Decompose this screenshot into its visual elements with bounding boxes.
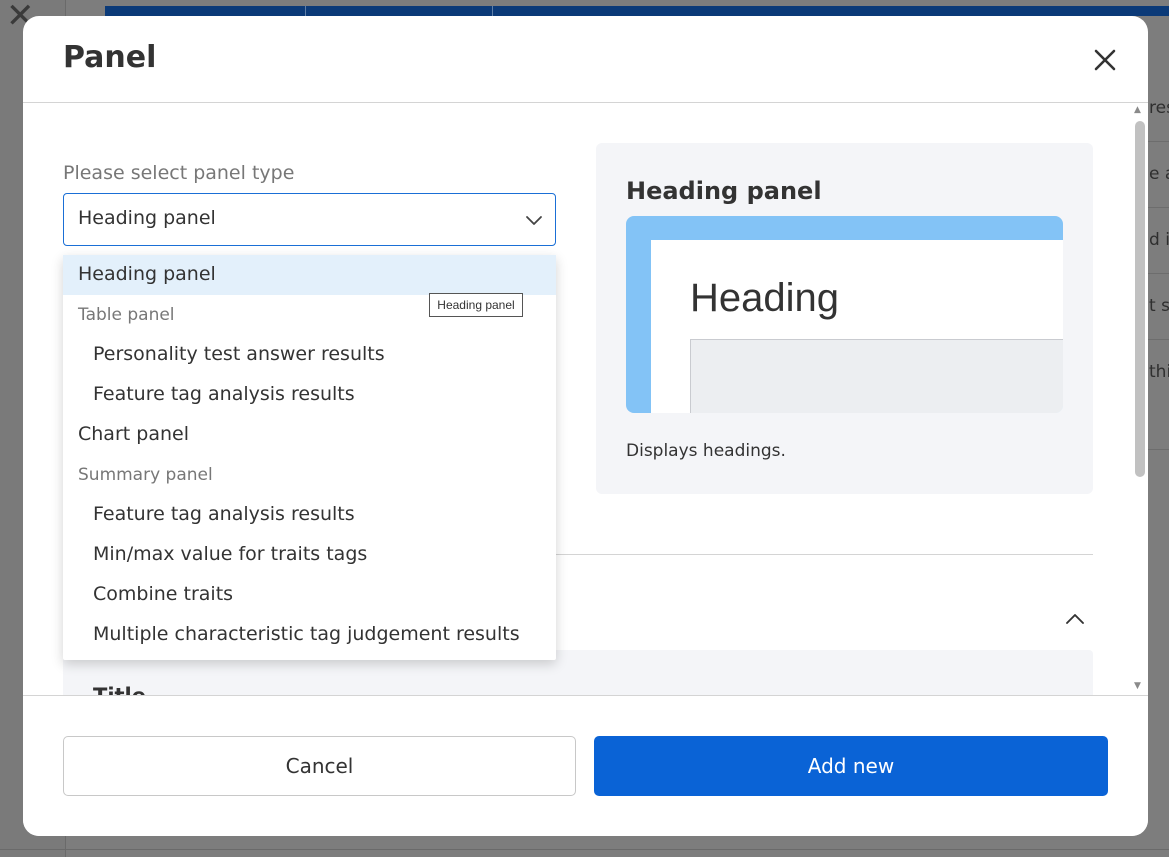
preview-description: Displays headings.	[626, 441, 786, 461]
close-button[interactable]	[1089, 44, 1121, 76]
preview-image-heading: Heading	[690, 276, 840, 320]
dropdown-option-min-max[interactable]: Min/max value for traits tags	[63, 535, 556, 575]
preview-title: Heading panel	[626, 177, 822, 205]
modal-footer: Cancel Add new	[23, 695, 1148, 836]
chevron-up-icon[interactable]	[1064, 608, 1086, 630]
background-row-divider	[1146, 339, 1169, 340]
background-text: t sh	[1149, 296, 1169, 316]
close-icon	[1094, 49, 1116, 71]
chevron-down-icon	[526, 216, 542, 225]
panel-type-select[interactable]: Heading panel	[63, 193, 556, 246]
dropdown-group-summary-panel: Summary panel	[78, 465, 213, 485]
dropdown-option-multiple-tag-judgement[interactable]: Multiple characteristic tag judgement re…	[63, 615, 556, 655]
background-bottom-border	[0, 849, 1169, 850]
preview-image-card: Heading	[651, 240, 1063, 413]
dropdown-option-heading-panel[interactable]: Heading panel	[63, 255, 556, 295]
scroll-down-arrow-icon[interactable]: ▼	[1134, 681, 1141, 691]
panel-type-select-value: Heading panel	[78, 207, 216, 229]
section-title: Title	[93, 684, 146, 695]
dropdown-option-personality-test[interactable]: Personality test answer results	[63, 335, 556, 375]
panel-preview: Heading panel Heading Displays headings.	[596, 143, 1093, 494]
background-right-strip	[1146, 95, 1169, 855]
background-row-divider	[1146, 141, 1169, 142]
scrollbar-thumb[interactable]	[1135, 121, 1145, 477]
background-text: thi	[1149, 362, 1169, 382]
option-tooltip: Heading panel	[429, 293, 523, 317]
panel-type-label: Please select panel type	[63, 162, 295, 184]
background-text: e a	[1149, 164, 1169, 184]
background-text: res	[1149, 98, 1169, 118]
preview-image: Heading	[626, 216, 1063, 413]
cancel-button[interactable]: Cancel	[63, 736, 576, 796]
dropdown-option-chart-panel[interactable]: Chart panel	[63, 415, 556, 455]
background-row-divider	[1146, 449, 1169, 450]
scroll-up-arrow-icon[interactable]: ▲	[1134, 105, 1141, 115]
modal-header: Panel	[23, 16, 1148, 103]
dropdown-option-feature-tag-table[interactable]: Feature tag analysis results	[63, 375, 556, 415]
preview-image-field	[690, 339, 1063, 413]
background-row-divider	[1146, 273, 1169, 274]
dropdown-option-feature-tag-summary[interactable]: Feature tag analysis results	[63, 495, 556, 535]
add-new-button[interactable]: Add new	[594, 736, 1108, 796]
background-header-bar	[105, 6, 1169, 16]
dropdown-option-combine-traits[interactable]: Combine traits	[63, 575, 556, 615]
background-text: d is	[1149, 230, 1169, 250]
modal-title: Panel	[63, 40, 157, 75]
background-row-divider	[1146, 207, 1169, 208]
